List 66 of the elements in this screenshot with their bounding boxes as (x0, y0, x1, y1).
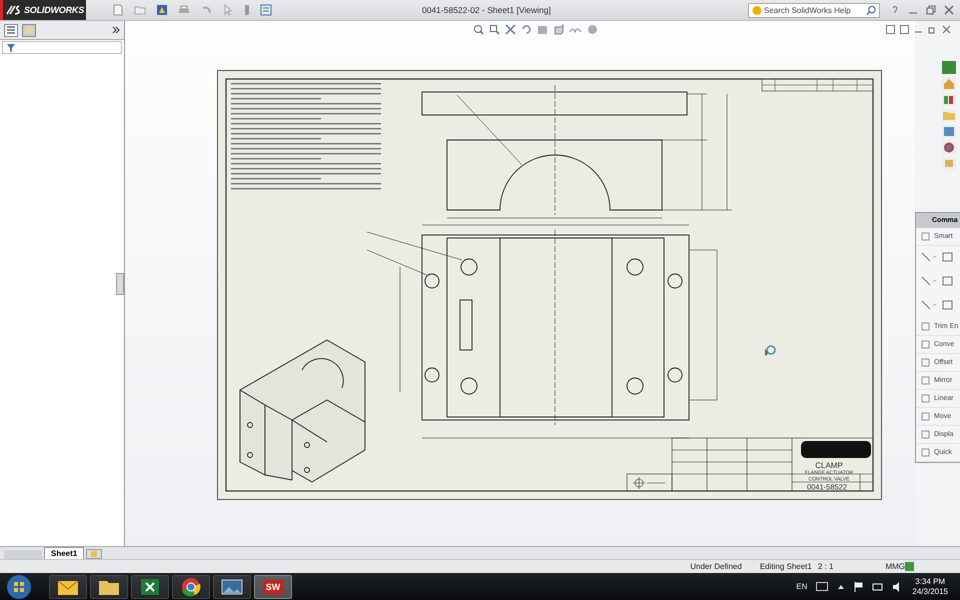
square-icon (921, 430, 930, 439)
app-icon-label: SW (262, 580, 284, 594)
search-icon[interactable] (866, 4, 876, 16)
rotate-icon[interactable] (521, 24, 532, 35)
filter-icon (7, 44, 15, 52)
clock-time: 3:34 PM (915, 576, 946, 586)
new-document-icon[interactable] (112, 4, 124, 16)
search-field[interactable]: Search SolidWorks Help (748, 2, 880, 18)
app-name: SOLIDWORKS (24, 5, 84, 15)
envelope-icon (57, 578, 79, 596)
square-icon (921, 448, 930, 457)
square-icon (921, 376, 930, 385)
sheet-tab[interactable]: Sheet1 (44, 547, 84, 559)
restore-icon[interactable] (928, 25, 937, 34)
picture-icon (221, 578, 243, 596)
tile-icon[interactable] (900, 25, 909, 34)
redaction-block (801, 441, 871, 458)
expand-icon[interactable] (112, 26, 120, 34)
browser-icon (180, 576, 202, 596)
status-text: Editing Sheet1 (760, 562, 812, 571)
panel-resize-handle[interactable] (116, 273, 124, 295)
status-text: MMG (885, 562, 905, 571)
zoom-fit-icon[interactable] (473, 24, 484, 35)
tile-icon[interactable] (886, 25, 895, 34)
help-menu-icon[interactable] (890, 5, 900, 15)
app-logo[interactable]: SOLIDWORKS (0, 0, 86, 20)
clock-date: 24/3/2015 (912, 586, 948, 596)
close-icon[interactable] (942, 25, 951, 34)
part-title: CLAMP (815, 461, 843, 470)
save-icon[interactable] (156, 4, 168, 16)
start-button-icon[interactable] (6, 574, 32, 600)
close-icon[interactable] (944, 5, 954, 15)
cube-icon[interactable] (553, 24, 564, 35)
filter-field[interactable] (2, 41, 122, 54)
chevron-up-icon[interactable] (837, 584, 846, 590)
square-icon (921, 394, 930, 403)
network-icon[interactable] (872, 582, 884, 592)
logo-icon (6, 4, 22, 16)
pan-icon[interactable] (505, 24, 516, 35)
clock[interactable]: 3:34 PM 24/3/2015 (912, 576, 948, 596)
add-sheet-icon[interactable] (86, 549, 102, 559)
pointer-icon (763, 344, 777, 358)
taskbar-app[interactable] (49, 574, 87, 598)
options-icon[interactable] (260, 4, 272, 16)
restore-icon[interactable] (926, 5, 936, 15)
spreadsheet-icon (139, 578, 161, 596)
square-icon (921, 340, 930, 349)
status-text: Under Defined (690, 562, 742, 571)
appearance-icon[interactable] (587, 24, 598, 35)
taskbar-app[interactable]: SW (254, 574, 292, 598)
window-title: 0041-58522-02 - Sheet1 [Viewing] (422, 5, 551, 15)
square-icon (921, 412, 930, 421)
zoom-area-icon[interactable] (489, 24, 500, 35)
square-icon (921, 358, 930, 367)
flag-icon[interactable] (854, 582, 864, 592)
taskbar-app[interactable] (90, 574, 128, 598)
taskbar-app[interactable] (131, 574, 169, 598)
language-indicator[interactable]: EN (796, 582, 808, 591)
square-icon (921, 232, 930, 241)
status-text: 2 : 1 (818, 562, 834, 571)
feature-tree-tab-icon[interactable] (4, 24, 18, 36)
keyboard-icon[interactable] (816, 582, 828, 591)
taskbar-app[interactable] (172, 574, 210, 598)
square-icon (921, 322, 930, 331)
print-icon[interactable] (178, 4, 190, 16)
taskbar-app[interactable] (213, 574, 251, 598)
